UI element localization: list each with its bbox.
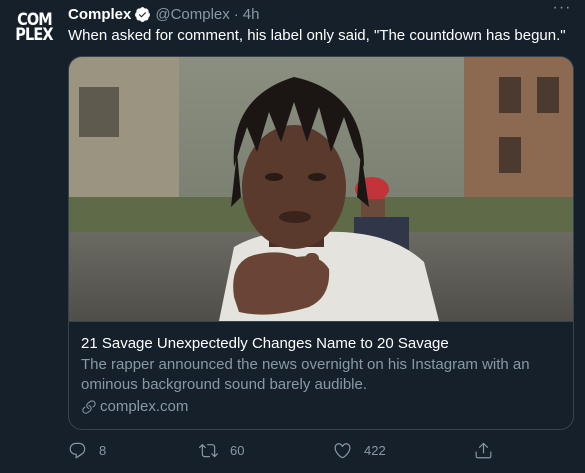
account-handle[interactable]: @Complex xyxy=(155,6,229,23)
card-meta[interactable]: 21 Savage Unexpectedly Changes Name to 2… xyxy=(69,321,573,429)
tweet-text: When asked for comment, his label only s… xyxy=(68,27,566,44)
retweet-button[interactable]: 60 xyxy=(199,441,244,460)
retweet-count: 60 xyxy=(230,443,245,458)
card-description: The rapper announced the news overnight … xyxy=(81,356,530,393)
share-button[interactable] xyxy=(474,441,493,460)
separator-dot: · xyxy=(233,5,239,23)
share-icon xyxy=(475,442,492,459)
reply-button[interactable]: 8 xyxy=(68,441,106,460)
tweet-timestamp[interactable]: 4h xyxy=(243,6,260,23)
avatar-logo-line2: PLEX xyxy=(15,25,53,45)
like-icon xyxy=(334,443,351,459)
card-title: 21 Savage Unexpectedly Changes Name to 2… xyxy=(81,335,449,352)
tweet-actions: 8 60 422 xyxy=(66,441,496,463)
reply-count: 8 xyxy=(99,443,107,458)
like-button[interactable]: 422 xyxy=(333,441,386,460)
link-card[interactable]: 21 Savage Unexpectedly Changes Name to 2… xyxy=(68,56,574,430)
retweet-icon xyxy=(199,444,218,458)
card-domain: complex.com xyxy=(81,397,561,417)
card-domain-text: complex.com xyxy=(100,398,189,415)
tweet[interactable]: COM PLEX Complex @Complex · 4h ··· When … xyxy=(0,0,585,473)
link-icon xyxy=(82,400,96,414)
reply-icon xyxy=(69,442,86,459)
tweet-header: Complex @Complex · 4h xyxy=(68,5,259,23)
verified-badge-icon xyxy=(135,6,151,22)
like-count: 422 xyxy=(364,443,386,458)
more-icon[interactable]: ··· xyxy=(551,0,573,20)
card-image[interactable] xyxy=(69,57,573,321)
avatar[interactable]: COM PLEX xyxy=(12,6,56,50)
account-name[interactable]: Complex xyxy=(68,6,131,23)
